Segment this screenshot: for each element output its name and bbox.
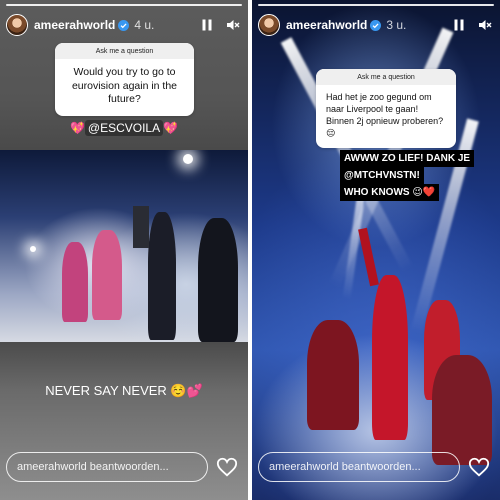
heart-icon <box>216 457 238 477</box>
pause-icon <box>454 19 464 31</box>
verified-badge-icon <box>370 19 382 31</box>
question-text: Would you try to go to eurovision again … <box>71 66 178 106</box>
avatar[interactable] <box>6 14 28 36</box>
like-button[interactable] <box>468 456 490 478</box>
camera-operator-figure <box>148 212 176 340</box>
performer-figure <box>62 242 88 322</box>
avatar[interactable] <box>258 14 280 36</box>
mention-line: 💖 @ESCVOILA 💖 <box>0 120 248 136</box>
mute-button[interactable] <box>476 16 494 34</box>
speaker-muted-icon <box>227 20 240 30</box>
question-sticker[interactable]: Ask me a question Had het je zoo gegund … <box>316 69 456 148</box>
answer-line[interactable]: @MTCHVNSTN! <box>340 167 424 184</box>
story-progress-bar <box>258 4 494 6</box>
performer-figure <box>92 230 122 320</box>
heart-emoji-right: 💖 <box>163 121 179 135</box>
story-header: ameerahworld 4 u. <box>0 0 248 42</box>
story-username[interactable]: ameerahworld <box>286 18 367 32</box>
speaker-muted-icon <box>479 20 492 30</box>
camera-rig <box>133 206 149 248</box>
performer-figure <box>372 275 408 440</box>
question-text: Had het je zoo gegund om naar Liverpool … <box>326 92 444 139</box>
heart-icon <box>468 457 490 477</box>
question-sticker-header: Ask me a question <box>316 69 456 85</box>
pause-button[interactable] <box>450 16 468 34</box>
reply-input[interactable]: ameerahworld beantwoorden... <box>6 452 208 482</box>
stage-spotlight <box>183 154 193 164</box>
pause-button[interactable] <box>198 16 216 34</box>
answer-text: NEVER SAY NEVER ☺️💕 <box>45 383 203 398</box>
story-timestamp: 3 u. <box>386 18 407 32</box>
reply-input[interactable]: ameerahworld beantwoorden... <box>258 452 460 482</box>
like-button[interactable] <box>216 456 238 478</box>
story-progress-bar <box>6 4 242 6</box>
question-sticker[interactable]: Ask me a question Would you try to go to… <box>55 43 194 116</box>
dancer-figure <box>432 355 492 465</box>
dancer-figure <box>307 320 359 430</box>
crew-figure <box>198 218 238 342</box>
pause-icon <box>202 19 212 31</box>
story-timestamp: 4 u. <box>134 18 155 32</box>
verified-badge-icon <box>118 19 130 31</box>
mention-tag[interactable]: @ESCVOILA <box>84 120 164 136</box>
heart-emoji-left: 💖 <box>69 121 85 135</box>
answer-line: WHO KNOWS 😉❤️ <box>340 184 440 201</box>
answer-text: AWWW ZO LIEF! DANK JE @MTCHVNSTN! WHO KN… <box>340 150 475 201</box>
story-panel-right[interactable]: ameerahworld 3 u. Ask me a question Had … <box>252 0 500 500</box>
stage-spotlight <box>30 246 36 252</box>
story-username[interactable]: ameerahworld <box>34 18 115 32</box>
story-photo <box>0 150 248 342</box>
question-sticker-header: Ask me a question <box>55 43 194 59</box>
mute-button[interactable] <box>224 16 242 34</box>
story-panel-left[interactable]: ameerahworld 4 u. Ask me a question Woul… <box>0 0 248 500</box>
story-header: ameerahworld 3 u. <box>252 0 500 42</box>
answer-line: AWWW ZO LIEF! DANK JE <box>340 150 475 167</box>
